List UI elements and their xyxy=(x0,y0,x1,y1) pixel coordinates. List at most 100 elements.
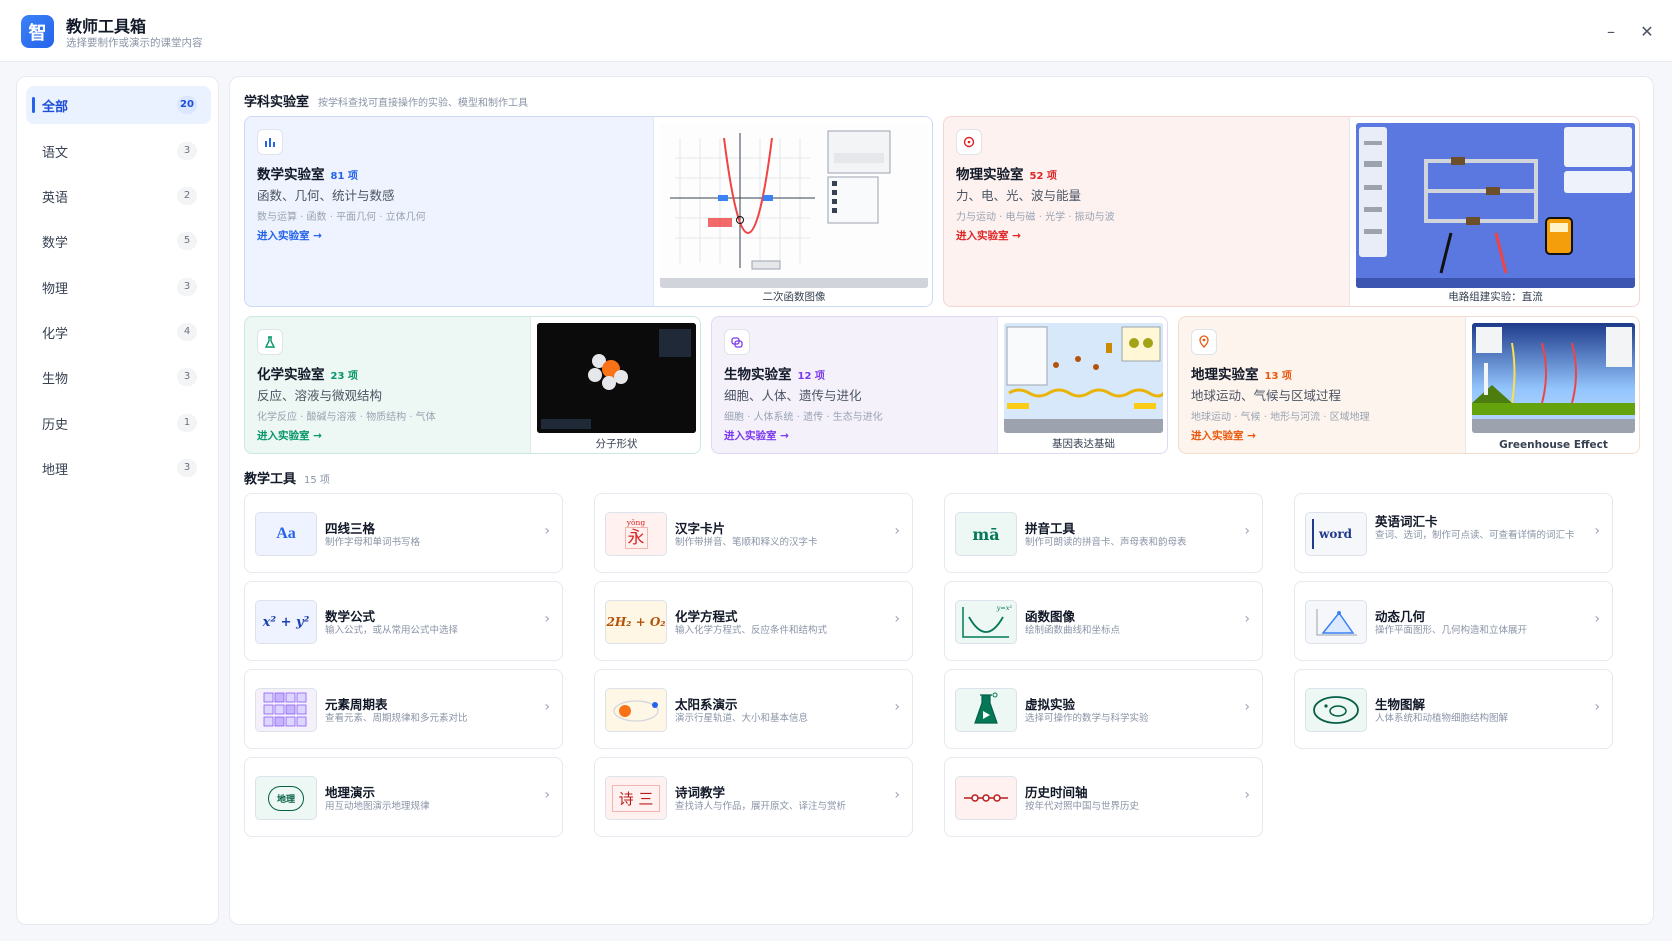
tool-description: 查找诗人与作品，展开原文、译注与赏析 xyxy=(675,801,847,812)
physics-lab-card[interactable]: 物理实验室 52 项 力、电、光、波与能量 力与运动 · 电与磁 · 光学 · 振… xyxy=(943,116,1640,307)
lab-title: 地理实验室 13 项 xyxy=(1191,363,1292,383)
lab-name: 物理实验室 xyxy=(956,167,1024,183)
lab-name: 地理实验室 xyxy=(1191,367,1259,383)
tool-solar-system[interactable]: 太阳系演示 演示行星轨道、大小和基本信息 › xyxy=(594,669,913,749)
cell-icon xyxy=(724,329,750,355)
tool-name: 元素周期表 xyxy=(325,697,388,712)
tool-name: 诗词教学 xyxy=(675,785,726,800)
app-window: 智 教师工具箱 选择要制作或演示的课堂内容 – ✕ 全部 20 语文 3 英语 … xyxy=(0,0,1672,941)
sidebar-item-english[interactable]: 英语 2 xyxy=(26,177,211,215)
lab-count: 23 项 xyxy=(330,371,358,382)
tool-math-formula[interactable]: x² + y² 数学公式 输入公式，或从常用公式中选择 › xyxy=(244,581,563,661)
molecule-shapes-preview xyxy=(537,323,696,433)
app-logo: 智 xyxy=(21,15,54,48)
flask-play-icon xyxy=(955,688,1017,732)
chevron-right-icon: › xyxy=(1594,611,1600,627)
chevron-right-icon: › xyxy=(1244,787,1250,803)
lab-title: 物理实验室 52 项 xyxy=(956,163,1057,183)
chevron-right-icon: › xyxy=(1244,611,1250,627)
sidebar-item-count: 3 xyxy=(177,368,197,386)
tool-four-line-grid[interactable]: Aa 四线三格 制作字母和单词书写格 › xyxy=(244,493,563,573)
tool-chemical-equation[interactable]: 2H₂ + O₂ 化学方程式 输入化学方程式、反应条件和结构式 › xyxy=(594,581,913,661)
math-formula-icon: x² + y² xyxy=(255,600,317,644)
tool-name: 地理演示 xyxy=(325,785,376,800)
lab-description: 反应、溶液与微观结构 xyxy=(257,388,383,403)
tool-function-graph[interactable]: y=x² 函数图像 绘制函数曲线和坐标点 › xyxy=(944,581,1263,661)
tool-geography-demo[interactable]: 地理 地理演示 用互动地图演示地理规律 › xyxy=(244,757,563,837)
chevron-right-icon: › xyxy=(1594,699,1600,715)
lab-tags: 力与运动 · 电与磁 · 光学 · 振动与波 xyxy=(956,212,1115,223)
sidebar-item-chinese[interactable]: 语文 3 xyxy=(26,132,211,170)
vocab-card-bar xyxy=(1312,519,1314,549)
close-button[interactable]: ✕ xyxy=(1636,20,1658,42)
tool-glyph: 地理 xyxy=(267,785,304,811)
tool-biology-diagram[interactable]: 生物图解 人体系统和动植物细胞结构图解 › xyxy=(1294,669,1613,749)
gene-expression-preview xyxy=(1004,323,1163,433)
tool-description: 用互动地图演示地理规律 xyxy=(325,801,430,812)
tool-character-card[interactable]: yǒng 永 汉字卡片 制作带拼音、笔顺和释义的汉字卡 › xyxy=(594,493,913,573)
chevron-right-icon: › xyxy=(1594,523,1600,539)
tools-section-count: 15 项 xyxy=(304,475,330,486)
minimize-button[interactable]: – xyxy=(1600,20,1622,42)
sidebar-item-math[interactable]: 数学 5 xyxy=(26,222,211,260)
lab-description: 力、电、光、波与能量 xyxy=(956,188,1082,203)
tool-description: 演示行星轨道、大小和基本信息 xyxy=(675,713,809,724)
tool-periodic-table[interactable]: 元素周期表 查看元素、周期规律和多元素对比 › xyxy=(244,669,563,749)
enter-lab-link[interactable]: 进入实验室 → xyxy=(724,428,789,443)
tool-history-timeline[interactable]: 历史时间轴 按年代对照中国与世界历史 › xyxy=(944,757,1263,837)
sidebar-item-all[interactable]: 全部 20 xyxy=(26,86,211,124)
chevron-right-icon: › xyxy=(894,523,900,539)
tool-description: 按年代对照中国与世界历史 xyxy=(1025,801,1140,812)
tool-pinyin[interactable]: mā 拼音工具 制作可朗读的拼音卡、声母表和韵母表 › xyxy=(944,493,1263,573)
lab-preview[interactable]: Greenhouse Effect xyxy=(1465,317,1639,453)
lab-count: 81 项 xyxy=(330,171,358,182)
lab-preview[interactable]: 分子形状 xyxy=(530,317,700,453)
sidebar-item-label: 英语 xyxy=(42,190,69,206)
sidebar-item-geography[interactable]: 地理 3 xyxy=(26,449,211,487)
biology-lab-card[interactable]: 生物实验室 12 项 细胞、人体、遗传与进化 细胞 · 人体系统 · 遗传 · 生… xyxy=(711,316,1168,454)
tool-description: 制作带拼音、笔顺和释义的汉字卡 xyxy=(675,537,818,548)
triangle-geometry-icon xyxy=(1305,600,1367,644)
tool-dynamic-geometry[interactable]: 动态几何 操作平面图形、几何构造和立体展开 › xyxy=(1294,581,1613,661)
tool-name: 汉字卡片 xyxy=(675,521,726,536)
lab-preview[interactable]: 基因表达基础 xyxy=(997,317,1167,453)
sidebar-item-label: 化学 xyxy=(42,326,69,342)
tool-glyph: 2H₂ + O₂ xyxy=(606,615,666,629)
chevron-right-icon: › xyxy=(544,611,550,627)
enter-lab-link[interactable]: 进入实验室 → xyxy=(257,228,322,243)
sidebar-item-chemistry[interactable]: 化学 4 xyxy=(26,313,211,351)
subject-sidebar: 全部 20 语文 3 英语 2 数学 5 物理 3 化学 4 生物 3 历史 1 xyxy=(16,76,219,925)
sidebar-item-count: 20 xyxy=(177,96,197,114)
tool-english-vocab-card[interactable]: word 英语词汇卡 查词、选词，制作可点读、可查看详情的词汇卡 › xyxy=(1294,493,1613,573)
sidebar-item-label: 数学 xyxy=(42,235,69,251)
enter-lab-link[interactable]: 进入实验室 → xyxy=(956,228,1021,243)
geography-lab-card[interactable]: 地理实验室 13 项 地球运动、气候与区域过程 地球运动 · 气候 · 地形与河流… xyxy=(1178,316,1640,454)
enter-lab-link[interactable]: 进入实验室 → xyxy=(1191,428,1256,443)
math-lab-card[interactable]: 数学实验室 81 项 函数、几何、统计与数感 数与运算 · 函数 · 平面几何 ·… xyxy=(244,116,933,307)
sidebar-item-history[interactable]: 历史 1 xyxy=(26,404,211,442)
lab-preview-caption: 分子形状 xyxy=(595,438,638,450)
chevron-right-icon: › xyxy=(1244,699,1250,715)
tool-description: 操作平面图形、几何构造和立体展开 xyxy=(1375,625,1528,636)
lab-preview-caption: 二次函数图像 xyxy=(762,291,826,303)
lab-preview[interactable]: 二次函数图像 xyxy=(653,117,932,306)
tool-poetry-teaching[interactable]: 诗 三 诗词教学 查找诗人与作品，展开原文、译注与赏析 › xyxy=(594,757,913,837)
sidebar-item-label: 物理 xyxy=(42,281,69,297)
tool-virtual-experiment[interactable]: 虚拟实验 选择可操作的数学与科学实验 › xyxy=(944,669,1263,749)
sidebar-item-count: 2 xyxy=(177,187,197,205)
lab-title: 生物实验室 12 项 xyxy=(724,363,825,383)
sidebar-item-physics[interactable]: 物理 3 xyxy=(26,268,211,306)
lab-preview[interactable]: 电路组建实验：直流 xyxy=(1349,117,1639,306)
lab-name: 化学实验室 xyxy=(257,367,325,383)
main-panel: 学科实验室 按学科查找可直接操作的实验、模型和制作工具 数学实验室 81 项 函数… xyxy=(229,76,1654,925)
sidebar-item-label: 语文 xyxy=(42,145,69,161)
tool-name: 虚拟实验 xyxy=(1025,697,1076,712)
chevron-right-icon: › xyxy=(544,699,550,715)
lab-preview-caption: 电路组建实验：直流 xyxy=(1448,291,1543,303)
enter-lab-link[interactable]: 进入实验室 → xyxy=(257,428,322,443)
app-subtitle: 选择要制作或演示的课堂内容 xyxy=(66,37,203,49)
sidebar-item-biology[interactable]: 生物 3 xyxy=(26,358,211,396)
chemistry-lab-card[interactable]: 化学实验室 23 项 反应、溶液与微观结构 化学反应 · 酸碱与溶液 · 物质结构… xyxy=(244,316,701,454)
tool-description: 绘制函数曲线和坐标点 xyxy=(1025,625,1121,636)
lab-name: 生物实验室 xyxy=(724,367,792,383)
